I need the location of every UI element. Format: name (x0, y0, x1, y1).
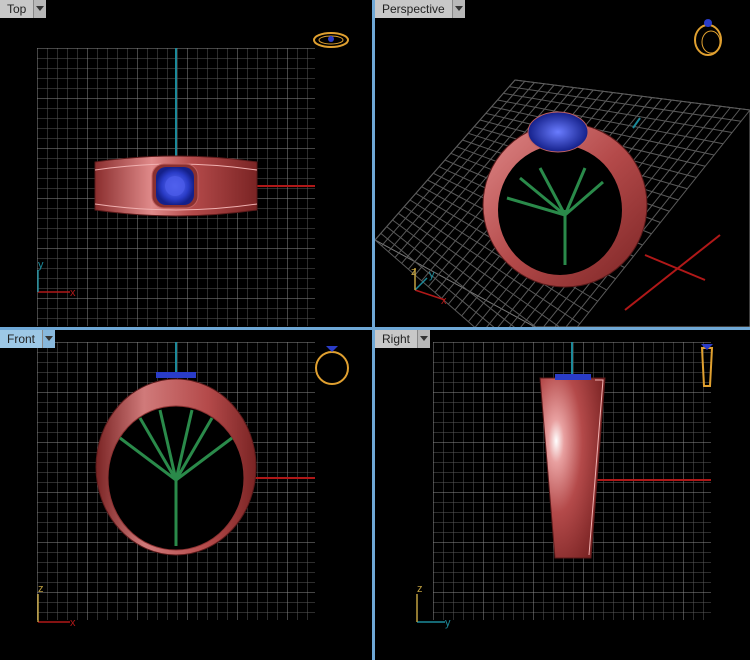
viewport-right[interactable]: z y Right (375, 330, 750, 660)
viewport-top[interactable]: y x Top (0, 0, 372, 327)
chevron-down-icon[interactable] (34, 0, 47, 18)
axis-label-x: x (70, 287, 76, 299)
axis-label-z: z (417, 583, 423, 595)
viewport-right-canvas: z y (416, 342, 714, 629)
tab-right[interactable]: Right (375, 330, 431, 348)
ring-view-icon[interactable] (313, 32, 349, 48)
viewport-label-front: Front (0, 330, 44, 348)
viewport-label-perspective: Perspective (375, 0, 453, 18)
axis-label-z: z (411, 266, 417, 278)
viewport-front[interactable]: z x Front (0, 330, 372, 660)
gem (156, 372, 196, 378)
gem (527, 111, 589, 153)
viewport-perspective-canvas: z y x (375, 19, 750, 327)
axis-label-y: y (38, 259, 44, 271)
axis-label-z: z (38, 583, 44, 595)
viewport-label-right: Right (375, 330, 419, 348)
tab-front[interactable]: Front (0, 330, 56, 348)
axis-label-y: y (429, 269, 435, 281)
viewport-top-canvas: y x (37, 32, 349, 326)
ring-view-icon[interactable] (694, 19, 722, 56)
tab-top[interactable]: Top (0, 0, 47, 18)
chevron-down-icon[interactable] (418, 330, 431, 348)
chevron-down-icon[interactable] (452, 0, 465, 18)
viewport-divider-vertical[interactable] (372, 0, 375, 660)
viewport-perspective[interactable]: z y x Perspective (375, 0, 750, 327)
axis-label-y: y (445, 617, 451, 629)
axis-label-x: x (70, 617, 76, 629)
viewport-label-top: Top (0, 0, 35, 18)
tab-perspective[interactable]: Perspective (375, 0, 465, 18)
gem (555, 374, 591, 380)
axis-label-x: x (441, 295, 447, 307)
ring-view-icon[interactable] (315, 346, 349, 385)
chevron-down-icon[interactable] (43, 330, 56, 348)
viewport-front-canvas: z x (37, 342, 349, 629)
viewport-divider-horizontal[interactable] (0, 327, 750, 330)
